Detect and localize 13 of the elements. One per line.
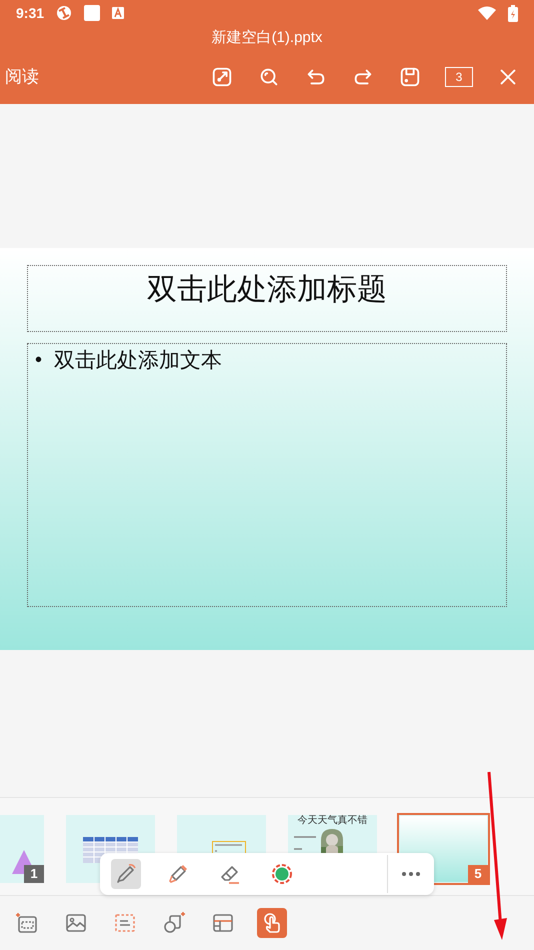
body-placeholder[interactable]: • 双击此处添加文本: [27, 343, 507, 607]
slide-thumbnail[interactable]: 1: [0, 815, 44, 883]
body-placeholder-text: 双击此处添加文本: [54, 348, 222, 374]
thumbnail-title: 今天天气真不错: [296, 816, 368, 826]
read-mode-button[interactable]: 阅读: [5, 64, 39, 90]
slide-number: 5: [468, 865, 488, 883]
slide-number: 1: [24, 865, 44, 883]
title-placeholder[interactable]: 双击此处添加标题: [27, 265, 507, 332]
title-placeholder-text: 双击此处添加标题: [147, 272, 387, 308]
document-title: 新建空白(1).pptx: [210, 28, 324, 48]
bullet: •: [35, 348, 42, 373]
status-time: 9:31: [16, 4, 44, 22]
slide-count-button[interactable]: 3: [445, 67, 473, 87]
